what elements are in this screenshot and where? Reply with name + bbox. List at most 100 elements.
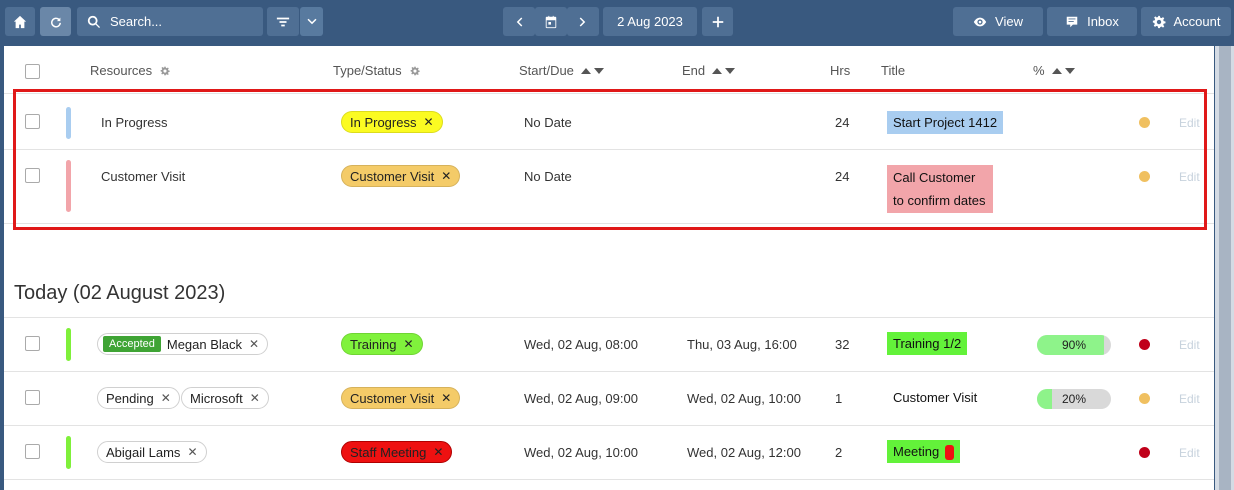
col-percent[interactable]: % [1033,63,1075,78]
remove-icon[interactable]: ✕ [250,391,260,405]
priority-dot [1139,339,1150,350]
progress-bar: 90% [1037,335,1111,355]
sort-icon[interactable] [1051,67,1075,74]
sort-icon[interactable] [712,67,736,74]
type-status-tag[interactable]: Customer Visit ✕ [341,387,461,409]
type-status-label: Training [350,336,397,352]
table-row[interactable]: Pending ✕ Microsoft ✕ Customer Visit ✕ Wed,… [4,372,1214,426]
task-title[interactable]: Customer Visit [887,386,983,409]
view-button[interactable]: View [953,7,1043,36]
col-percent-label: % [1033,63,1045,78]
top-toolbar: 2 Aug 2023 View Inbox Account [0,0,1234,42]
chevron-down-icon [307,18,316,24]
filter-icon [276,17,290,26]
view-label: View [995,14,1023,29]
row-checkbox[interactable] [25,336,40,351]
date-picker-button[interactable]: 2 Aug 2023 [603,7,697,36]
edit-link[interactable]: Edit [1179,392,1200,406]
type-status-tag[interactable]: Staff Meeting ✕ [341,441,453,463]
col-hrs-label: Hrs [830,63,851,78]
remove-icon[interactable]: ✕ [249,337,259,351]
col-start-due[interactable]: Start/Due [519,63,604,78]
resource-tag[interactable]: Microsoft ✕ [181,387,269,409]
start-due-value: Wed, 02 Aug, 09:00 [524,391,638,406]
calendar-button[interactable] [535,7,567,36]
refresh-button[interactable] [40,7,71,36]
account-button[interactable]: Account [1141,7,1231,36]
next-date-button[interactable] [567,7,599,36]
col-title[interactable]: Title [881,63,905,78]
resource-tag[interactable]: Accepted Megan Black ✕ [97,333,269,355]
col-resources[interactable]: Resources [90,63,170,78]
type-status-label: Customer Visit [350,390,435,406]
account-label: Account [1173,14,1221,29]
col-resources-label: Resources [90,63,153,78]
edit-link[interactable]: Edit [1179,446,1200,460]
progress-bar: 20% [1037,389,1111,409]
table-row[interactable]: Accepted Megan Black ✕ Training ✕ Wed, 02 … [4,318,1214,372]
col-hrs[interactable]: Hrs [830,63,850,78]
refresh-icon [50,17,61,28]
home-icon [13,15,27,28]
plus-icon [712,16,723,27]
type-status-tag[interactable]: Training ✕ [341,333,423,355]
end-value: Wed, 02 Aug, 10:00 [687,391,801,406]
inbox-label: Inbox [1087,14,1119,29]
edit-link[interactable]: Edit [1179,338,1200,352]
inbox-button[interactable]: Inbox [1047,7,1137,36]
chevron-right-icon [579,17,586,26]
hours-value: 1 [835,391,843,406]
scrollbar-thumb[interactable] [1219,46,1231,490]
status-badge: Accepted [103,336,161,352]
col-type-status[interactable]: Type/Status [333,63,420,78]
remove-icon[interactable]: ✕ [187,445,197,459]
selection-highlight [13,89,1207,230]
col-title-label: Title [881,63,906,78]
col-type-status-label: Type/Status [333,63,402,78]
row-checkbox[interactable] [25,390,40,405]
resource-label: Abigail Lams [106,444,181,460]
col-end-label: End [682,63,706,78]
remove-icon[interactable]: ✕ [403,337,413,351]
remove-icon[interactable]: ✕ [161,391,171,405]
resource-tag[interactable]: Abigail Lams ✕ [97,441,207,463]
filter-dropdown-button[interactable] [300,7,323,36]
red-flag-icon [944,445,954,461]
task-title[interactable]: Training 1/2 [887,332,968,355]
gear-icon[interactable] [410,66,420,76]
row-checkbox[interactable] [25,444,40,459]
resource-tag[interactable]: Pending ✕ [97,387,180,409]
eye-icon [973,17,987,26]
sort-icon[interactable] [580,67,604,74]
chevron-left-icon [516,17,523,26]
search-box[interactable] [77,7,263,36]
remove-icon[interactable]: ✕ [433,445,443,459]
col-end[interactable]: End [682,63,736,78]
remove-icon[interactable]: ✕ [441,391,451,405]
color-bar [66,436,71,469]
task-title-label: Meeting [893,444,940,459]
section-heading-today: Today (02 August 2023) [14,282,226,304]
calendar-icon [545,15,557,28]
inbox-icon [1066,16,1078,27]
search-icon [87,15,101,28]
gear-icon[interactable] [160,66,170,76]
task-title[interactable]: Meeting [887,440,960,463]
priority-dot [1139,393,1150,404]
home-button[interactable] [5,7,35,36]
table-header: Resources Type/Status Start/Due End Hrs … [4,46,1214,94]
select-all-checkbox[interactable] [25,64,40,79]
gear-icon [1152,15,1165,28]
search-input[interactable] [110,14,250,29]
table-row[interactable]: Abigail Lams ✕ Staff Meeting ✕ Wed, 02 Aug… [4,426,1214,480]
col-start-due-label: Start/Due [519,63,574,78]
add-button[interactable] [702,7,733,36]
current-date-label: 2 Aug 2023 [617,14,683,29]
filter-button[interactable] [267,7,299,36]
start-due-value: Wed, 02 Aug, 08:00 [524,337,638,352]
task-list-panel: Resources Type/Status Start/Due End Hrs … [4,46,1214,490]
end-value: Wed, 02 Aug, 12:00 [687,445,801,460]
previous-date-button[interactable] [503,7,535,36]
hours-value: 2 [835,445,843,460]
resource-label: Microsoft [190,390,243,406]
